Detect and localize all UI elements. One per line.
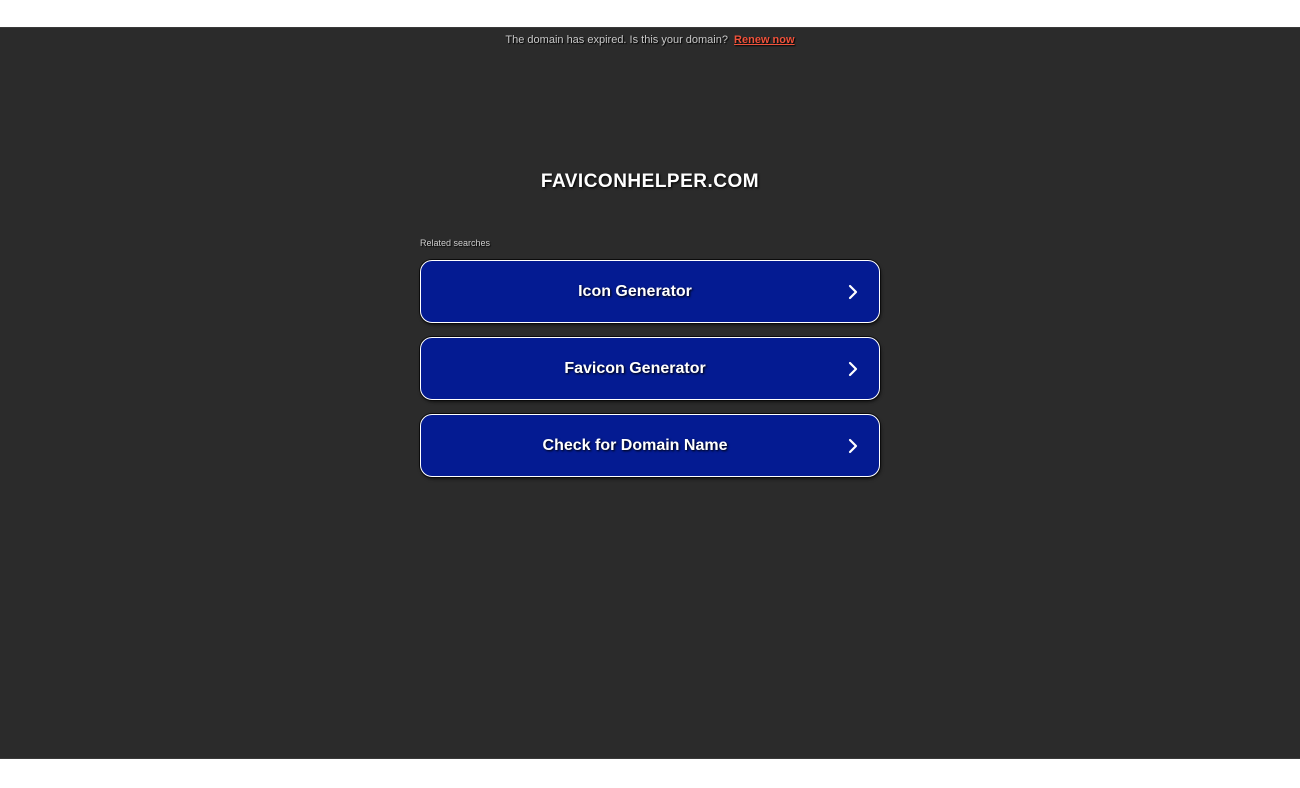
search-button-label: Check for Domain Name [542,437,728,454]
domain-title: FAVICONHELPER.COM [540,171,760,192]
search-button-label: Favicon Generator [564,360,706,377]
top-bar [0,0,1300,28]
expired-notice-text: The domain has expired. Is this your dom… [505,34,728,46]
search-button-icon-generator[interactable]: Icon Generator [420,260,880,323]
search-button-check-domain[interactable]: Check for Domain Name [420,414,880,477]
chevron-right-icon [848,438,858,454]
renew-now-link[interactable]: Renew now [734,34,795,46]
parked-page: The domain has expired. Is this your dom… [0,28,1300,758]
search-button-favicon-generator[interactable]: Favicon Generator [420,337,880,400]
bottom-bar [0,758,1300,788]
expired-notice: The domain has expired. Is this your dom… [0,34,1300,46]
related-searches-label: Related searches [420,238,491,248]
chevron-right-icon [848,284,858,300]
search-button-label: Icon Generator [578,283,692,300]
chevron-right-icon [848,361,858,377]
